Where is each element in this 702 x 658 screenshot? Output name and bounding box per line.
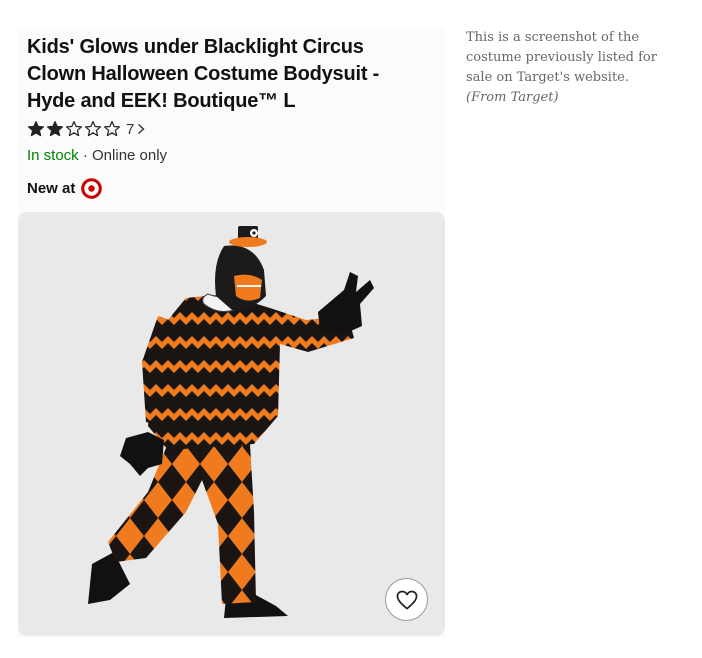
- target-bullseye-icon: [81, 178, 103, 199]
- product-rating[interactable]: 7: [27, 120, 146, 138]
- rating-stars: [27, 120, 121, 138]
- star-filled-icon: [28, 121, 44, 137]
- star-empty-icon: [85, 121, 101, 137]
- star-filled-icon: [47, 121, 63, 137]
- chevron-right-icon: [138, 123, 145, 135]
- caption-text: This is a screenshot of the costume prev…: [466, 30, 657, 85]
- availability-text: · Online only: [78, 147, 168, 164]
- heart-icon: [396, 590, 417, 609]
- new-at-label: New at: [27, 180, 76, 197]
- star-empty-icon: [104, 121, 120, 137]
- star-empty-icon: [66, 121, 82, 137]
- costume-illustration: [88, 226, 374, 618]
- stock-status: In stock: [27, 147, 79, 164]
- product-card: Kids' Glows under Blacklight Circus Clow…: [18, 28, 445, 638]
- caption-source: (From Target): [466, 90, 559, 105]
- stock-line: In stock · Online only: [27, 147, 167, 164]
- new-at-badge: New at: [27, 178, 103, 199]
- rating-count: 7: [126, 120, 135, 138]
- image-caption: This is a screenshot of the costume prev…: [466, 28, 681, 108]
- product-image[interactable]: [18, 212, 445, 636]
- favorite-button[interactable]: [385, 578, 428, 621]
- product-title: Kids' Glows under Blacklight Circus Clow…: [27, 36, 380, 112]
